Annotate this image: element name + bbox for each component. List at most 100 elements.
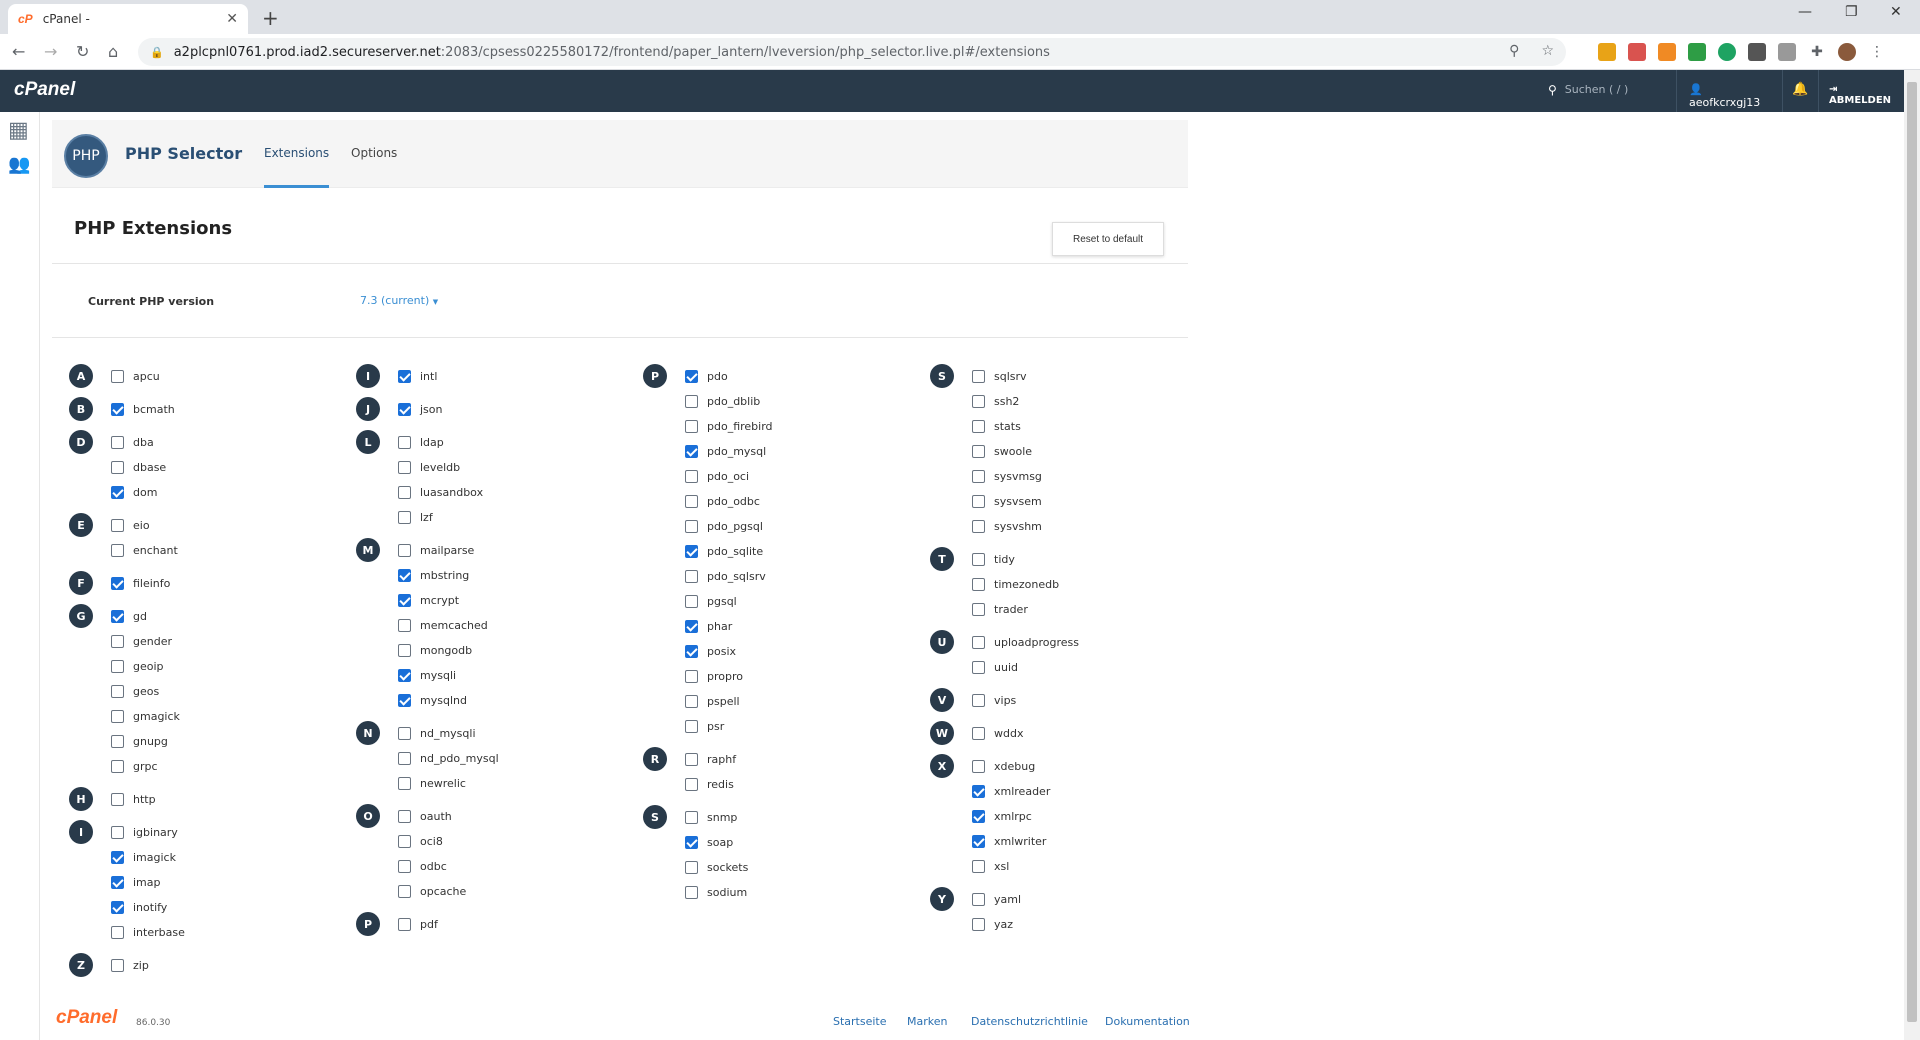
extension-checkbox[interactable] [972, 494, 985, 508]
extension-pdo[interactable]: pdo [685, 368, 728, 384]
extension-oauth[interactable]: oauth [398, 808, 452, 824]
extension-checkbox[interactable] [398, 834, 411, 848]
extension-pdo_firebird[interactable]: pdo_firebird [685, 418, 773, 434]
extension-checkbox[interactable] [111, 402, 124, 416]
extension-pspell[interactable]: pspell [685, 693, 740, 709]
extension-checkbox[interactable] [685, 860, 698, 874]
extension-gd[interactable]: gd [111, 608, 147, 624]
extension-raphf[interactable]: raphf [685, 751, 736, 767]
puzzle-icon[interactable]: ✚ [1808, 43, 1826, 61]
extension-checkbox[interactable] [685, 394, 698, 408]
extension-icon[interactable] [1658, 43, 1676, 61]
extension-sockets[interactable]: sockets [685, 859, 748, 875]
extension-lzf[interactable]: lzf [398, 509, 433, 525]
extension-snmp[interactable]: snmp [685, 809, 737, 825]
reset-to-default-button[interactable]: Reset to default [1052, 222, 1164, 256]
extension-xdebug[interactable]: xdebug [972, 758, 1035, 774]
bookmark-star-icon[interactable]: ☆ [1541, 43, 1554, 59]
users-icon[interactable]: 👥 [8, 154, 30, 175]
extension-checkbox[interactable] [398, 809, 411, 823]
extension-vips[interactable]: vips [972, 692, 1016, 708]
extension-icon[interactable] [1718, 43, 1736, 61]
extension-checkbox[interactable] [685, 569, 698, 583]
more-menu-icon[interactable]: ⋮ [1868, 43, 1886, 61]
extension-uuid[interactable]: uuid [972, 659, 1018, 675]
extension-gender[interactable]: gender [111, 633, 172, 649]
extension-dba[interactable]: dba [111, 434, 154, 450]
extension-zip[interactable]: zip [111, 957, 149, 973]
browser-tab[interactable]: cP cPanel - ✕ [8, 4, 248, 34]
extension-checkbox[interactable] [972, 726, 985, 740]
extension-checkbox[interactable] [398, 543, 411, 557]
profile-avatar[interactable] [1838, 43, 1856, 61]
extension-checkbox[interactable] [685, 694, 698, 708]
forward-icon[interactable]: → [44, 42, 57, 61]
extension-pdo_sqlite[interactable]: pdo_sqlite [685, 543, 763, 559]
extension-checkbox[interactable] [972, 394, 985, 408]
extension-checkbox[interactable] [685, 494, 698, 508]
extension-sysvmsg[interactable]: sysvmsg [972, 468, 1042, 484]
extension-checkbox[interactable] [111, 609, 124, 623]
extension-checkbox[interactable] [111, 576, 124, 590]
extension-sysvshm[interactable]: sysvshm [972, 518, 1042, 534]
logout-button[interactable]: ⇥ ABMELDEN [1818, 70, 1904, 112]
extension-checkbox[interactable] [111, 518, 124, 532]
version-select[interactable]: 7.3 (current) ▼ [360, 294, 438, 307]
extension-stats[interactable]: stats [972, 418, 1021, 434]
extension-mysqli[interactable]: mysqli [398, 667, 456, 683]
extension-checkbox[interactable] [398, 668, 411, 682]
extension-checkbox[interactable] [398, 776, 411, 790]
extension-leveldb[interactable]: leveldb [398, 459, 460, 475]
extension-checkbox[interactable] [111, 435, 124, 449]
extension-checkbox[interactable] [398, 510, 411, 524]
extension-trader[interactable]: trader [972, 601, 1028, 617]
extension-pdo_oci[interactable]: pdo_oci [685, 468, 749, 484]
extension-imap[interactable]: imap [111, 874, 161, 890]
extension-memcached[interactable]: memcached [398, 617, 488, 633]
extension-psr[interactable]: psr [685, 718, 724, 734]
extension-checkbox[interactable] [111, 485, 124, 499]
extension-geos[interactable]: geos [111, 683, 159, 699]
extension-checkbox[interactable] [685, 835, 698, 849]
extension-intl[interactable]: intl [398, 368, 437, 384]
tab-options[interactable]: Options [351, 146, 397, 160]
extension-pdo_odbc[interactable]: pdo_odbc [685, 493, 760, 509]
extension-sysvsem[interactable]: sysvsem [972, 493, 1042, 509]
footer-link-marken[interactable]: Marken [907, 1015, 947, 1028]
extension-xmlwriter[interactable]: xmlwriter [972, 833, 1046, 849]
extension-checkbox[interactable] [685, 444, 698, 458]
minimize-icon[interactable]: — [1798, 4, 1812, 20]
extension-checkbox[interactable] [685, 719, 698, 733]
lock-icon[interactable]: 🔒 [150, 46, 164, 59]
back-icon[interactable]: ← [12, 42, 25, 61]
extension-luasandbox[interactable]: luasandbox [398, 484, 483, 500]
extension-mailparse[interactable]: mailparse [398, 542, 474, 558]
footer-link-dokumentation[interactable]: Dokumentation [1105, 1015, 1190, 1028]
extension-checkbox[interactable] [398, 693, 411, 707]
search-box[interactable]: ⚲ Suchen ( / ) [1548, 83, 1628, 97]
extension-pdf[interactable]: pdf [398, 916, 438, 932]
extension-phar[interactable]: phar [685, 618, 732, 634]
extension-icon[interactable] [1778, 43, 1796, 61]
extension-oci8[interactable]: oci8 [398, 833, 443, 849]
extension-checkbox[interactable] [685, 419, 698, 433]
extension-checkbox[interactable] [972, 809, 985, 823]
extension-icon[interactable] [1748, 43, 1766, 61]
extension-checkbox[interactable] [111, 759, 124, 773]
extension-checkbox[interactable] [685, 885, 698, 899]
extension-checkbox[interactable] [398, 460, 411, 474]
extension-inotify[interactable]: inotify [111, 899, 167, 915]
extension-checkbox[interactable] [111, 850, 124, 864]
user-menu[interactable]: 👤 aeofkcrxgj13 ▼ [1676, 70, 1782, 121]
extension-checkbox[interactable] [111, 825, 124, 839]
extension-checkbox[interactable] [111, 958, 124, 972]
extension-checkbox[interactable] [398, 618, 411, 632]
extension-checkbox[interactable] [398, 593, 411, 607]
extension-redis[interactable]: redis [685, 776, 734, 792]
extension-checkbox[interactable] [111, 792, 124, 806]
extension-xmlrpc[interactable]: xmlrpc [972, 808, 1032, 824]
extension-checkbox[interactable] [972, 834, 985, 848]
restore-icon[interactable]: ❐ [1845, 4, 1858, 20]
footer-link-datenschutz[interactable]: Datenschutzrichtlinie [971, 1015, 1088, 1028]
extension-pdo_mysql[interactable]: pdo_mysql [685, 443, 766, 459]
